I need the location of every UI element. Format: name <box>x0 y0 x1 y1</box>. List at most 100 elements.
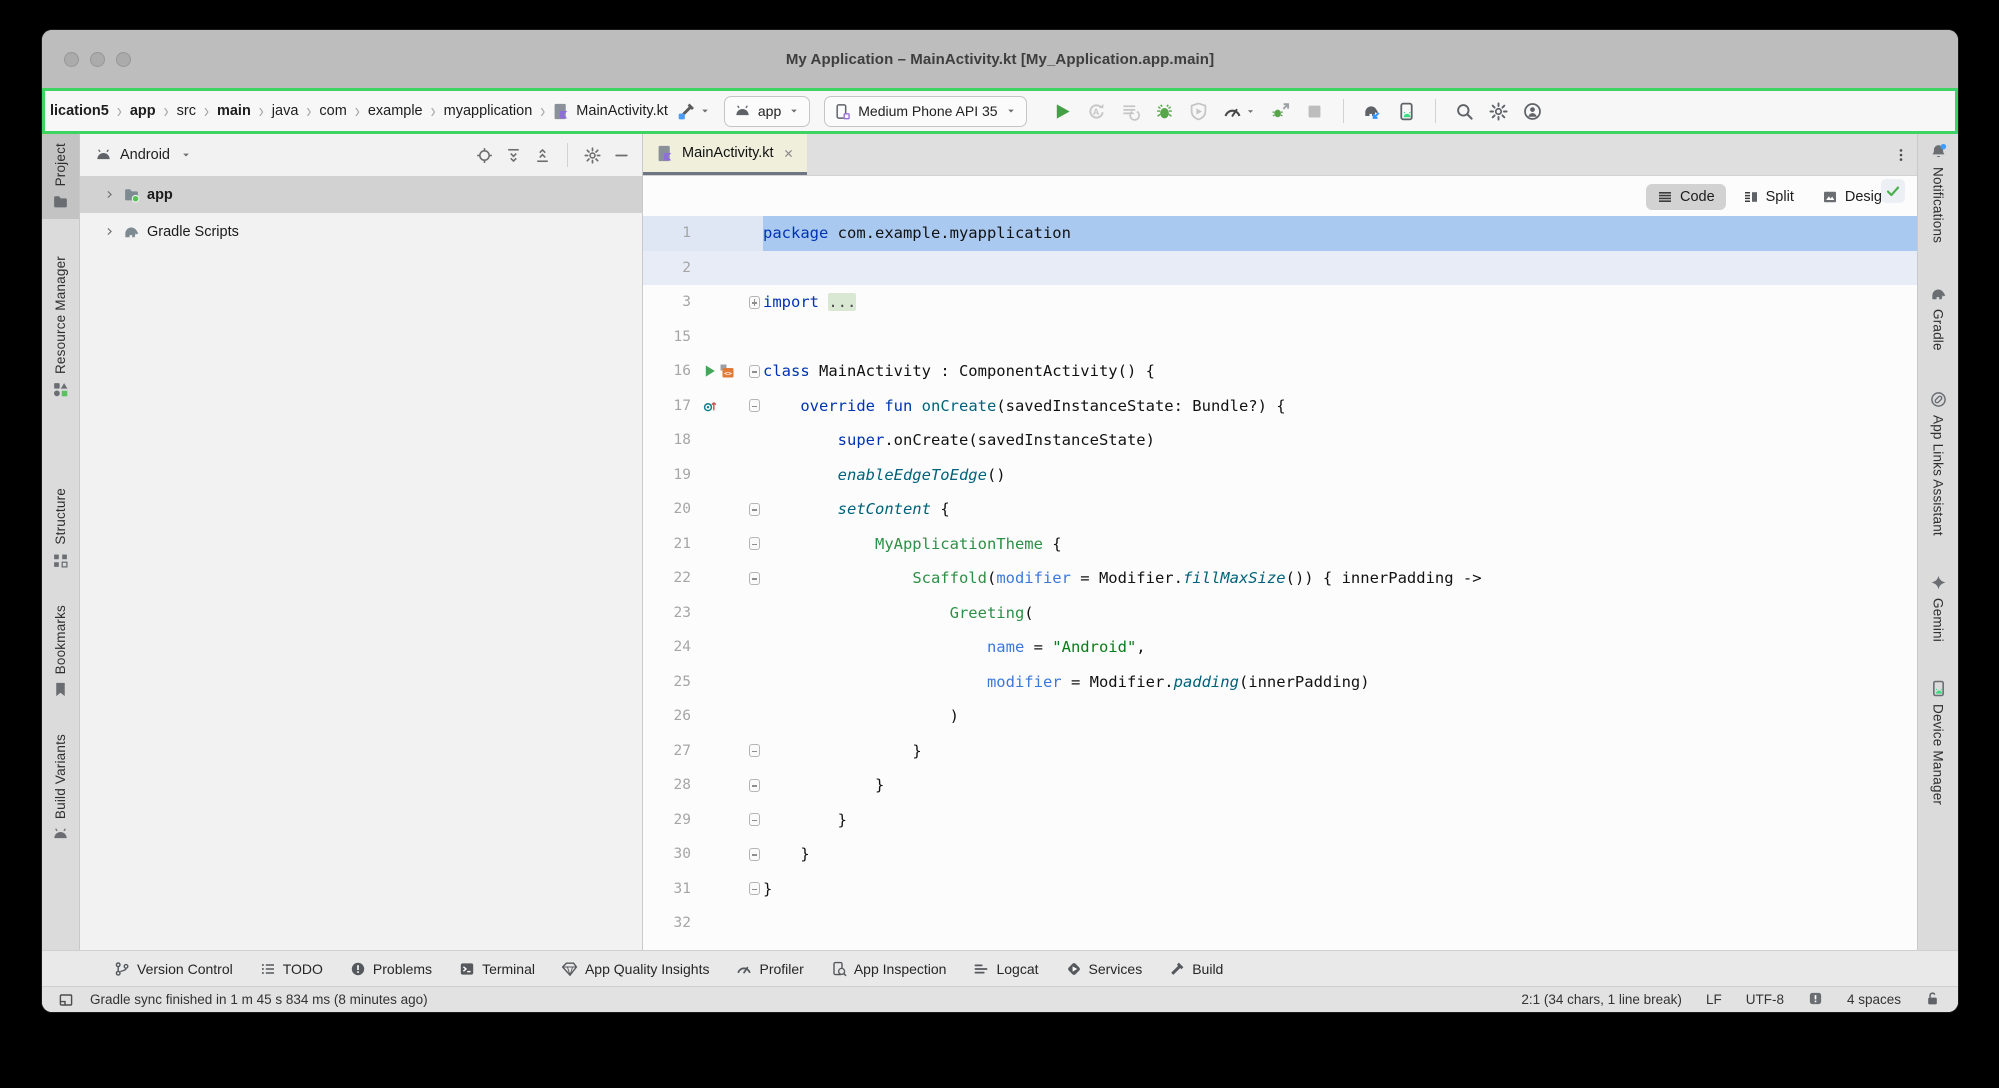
gutter[interactable] <box>699 423 745 458</box>
apply-code-changes-button[interactable] <box>1119 100 1142 123</box>
gutter[interactable] <box>699 872 745 907</box>
line-number[interactable]: 22 <box>643 561 699 596</box>
code-line[interactable]: 24 name = "Android", <box>643 630 1917 665</box>
gutter[interactable] <box>699 527 745 562</box>
breadcrumb-java[interactable]: java <box>272 103 299 119</box>
code-line[interactable]: 3import ... <box>643 285 1917 320</box>
tool-window-device-manager[interactable]: Device Manager <box>1918 671 1958 814</box>
gutter[interactable] <box>699 285 745 320</box>
fold-marker[interactable] <box>749 399 760 412</box>
fold-marker[interactable] <box>749 503 760 516</box>
gutter[interactable] <box>699 216 745 251</box>
tab-bar-more[interactable] <box>1893 134 1909 175</box>
gutter[interactable] <box>699 803 745 838</box>
code-line[interactable]: 17 override fun onCreate(savedInstanceSt… <box>643 389 1917 424</box>
settings-button[interactable] <box>1487 100 1510 123</box>
breadcrumb-app[interactable]: app <box>130 103 156 119</box>
layout-icon[interactable] <box>58 992 74 1008</box>
code-line[interactable]: 2 <box>643 251 1917 286</box>
tool-button-profiler[interactable]: Profiler <box>736 961 803 977</box>
line-number[interactable]: 28 <box>643 768 699 803</box>
tab-mainactivity[interactable]: MainActivity.kt <box>643 134 807 175</box>
chevron-right-icon[interactable] <box>103 188 116 201</box>
code-line[interactable]: 27 } <box>643 734 1917 769</box>
gutter[interactable] <box>699 561 745 596</box>
profile-low-overhead-button[interactable] <box>1187 100 1210 123</box>
tool-button-terminal[interactable]: Terminal <box>459 961 535 977</box>
line-number[interactable]: 23 <box>643 596 699 631</box>
account-button[interactable] <box>1521 100 1544 123</box>
gutter[interactable] <box>699 458 745 493</box>
fold-marker[interactable] <box>749 779 760 792</box>
line-number[interactable]: 24 <box>643 630 699 665</box>
gutter[interactable] <box>699 596 745 631</box>
line-number[interactable]: 30 <box>643 837 699 872</box>
view-mode-split[interactable]: Split <box>1732 184 1805 210</box>
tool-window-gemini[interactable]: Gemini <box>1918 565 1958 651</box>
code-area[interactable]: 1package com.example.myapplication23impo… <box>643 176 1917 950</box>
line-number[interactable]: 18 <box>643 423 699 458</box>
gutter[interactable] <box>699 630 745 665</box>
fold-marker[interactable] <box>749 537 760 550</box>
line-number[interactable]: 15 <box>643 320 699 355</box>
line-number[interactable]: 3 <box>643 285 699 320</box>
debug-button[interactable] <box>1153 100 1176 123</box>
code-line[interactable]: 32 <box>643 906 1917 941</box>
gutter[interactable] <box>699 906 745 941</box>
breadcrumb-lication5[interactable]: lication5 <box>50 103 109 119</box>
breadcrumb-myapplication[interactable]: myapplication <box>444 103 533 119</box>
tool-window-notifications[interactable]: Notifications <box>1918 134 1958 252</box>
encoding[interactable]: UTF-8 <box>1746 992 1784 1007</box>
line-number[interactable]: 1 <box>643 216 699 251</box>
line-number[interactable]: 26 <box>643 699 699 734</box>
run-configuration-select[interactable]: app <box>724 96 810 127</box>
line-number[interactable]: 2 <box>643 251 699 286</box>
caret-down-icon[interactable] <box>180 149 192 161</box>
gutter[interactable] <box>699 389 745 424</box>
code-line[interactable]: 31} <box>643 872 1917 907</box>
code-line[interactable]: 23 Greeting( <box>643 596 1917 631</box>
zoom-window-button[interactable] <box>116 52 131 67</box>
code-line[interactable]: 28 } <box>643 768 1917 803</box>
code-line[interactable]: 18 super.onCreate(savedInstanceState) <box>643 423 1917 458</box>
run-small-icon[interactable] <box>702 363 718 379</box>
tool-button-logcat[interactable]: Logcat <box>973 961 1038 977</box>
chevron-right-icon[interactable] <box>103 225 116 238</box>
close-window-button[interactable] <box>64 52 79 67</box>
gutter[interactable] <box>699 768 745 803</box>
line-number[interactable]: 19 <box>643 458 699 493</box>
tool-button-app-inspection[interactable]: App Inspection <box>831 961 947 977</box>
line-number[interactable]: 21 <box>643 527 699 562</box>
collapse-all-button[interactable] <box>532 145 553 166</box>
notifications-widget[interactable] <box>1808 991 1823 1009</box>
tool-window-bookmarks[interactable]: Bookmarks <box>42 596 79 707</box>
tool-button-app-quality-insights[interactable]: App Quality Insights <box>562 961 710 977</box>
tool-window-structure[interactable]: Structure <box>42 479 79 578</box>
apply-changes-button[interactable]: A <box>1085 100 1108 123</box>
search-everywhere-button[interactable] <box>1453 100 1476 123</box>
breadcrumb-com[interactable]: com <box>319 103 346 119</box>
line-number[interactable]: 25 <box>643 665 699 700</box>
view-mode-code[interactable]: Code <box>1646 184 1726 210</box>
tool-window-project[interactable]: Project <box>42 134 79 219</box>
write-access[interactable] <box>1925 991 1940 1009</box>
line-number[interactable]: 31 <box>643 872 699 907</box>
line-number[interactable]: 17 <box>643 389 699 424</box>
tool-window-gradle[interactable]: Gradle <box>1918 276 1958 360</box>
breadcrumb-main[interactable]: main <box>217 103 251 119</box>
panel-settings-button[interactable] <box>582 145 603 166</box>
attach-debugger-button[interactable] <box>1269 100 1292 123</box>
gutter[interactable]: <> <box>699 354 745 389</box>
fold-marker[interactable] <box>749 365 760 378</box>
code-line[interactable]: 1package com.example.myapplication <box>643 216 1917 251</box>
code-line[interactable]: 25 modifier = Modifier.padding(innerPadd… <box>643 665 1917 700</box>
breadcrumb-mainactivity-kt[interactable]: MainActivity.kt <box>553 103 668 120</box>
gutter[interactable] <box>699 665 745 700</box>
line-number[interactable]: 16 <box>643 354 699 389</box>
tree-row-gradle-scripts[interactable]: Gradle Scripts <box>80 213 642 250</box>
line-number[interactable]: 27 <box>643 734 699 769</box>
expand-all-button[interactable] <box>503 145 524 166</box>
line-number[interactable]: 32 <box>643 906 699 941</box>
tree-row-app[interactable]: app <box>80 176 642 213</box>
fold-marker[interactable] <box>749 572 760 585</box>
